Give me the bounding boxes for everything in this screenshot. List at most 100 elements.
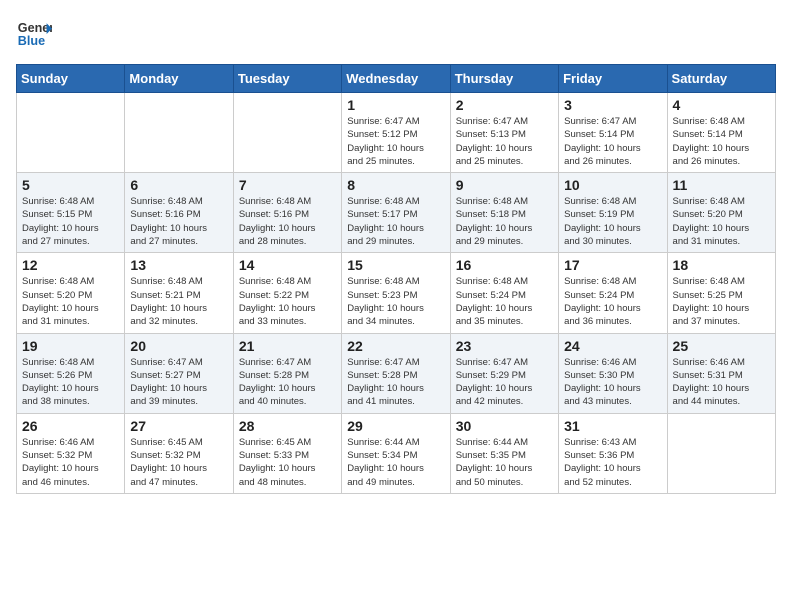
day-info: Sunrise: 6:44 AM Sunset: 5:34 PM Dayligh… <box>347 436 444 489</box>
day-number: 21 <box>239 338 336 354</box>
calendar-week-row: 5Sunrise: 6:48 AM Sunset: 5:15 PM Daylig… <box>17 173 776 253</box>
day-info: Sunrise: 6:46 AM Sunset: 5:32 PM Dayligh… <box>22 436 119 489</box>
calendar-cell: 17 Sunrise: 6:48 AM Sunset: 5:24 PM Dayli… <box>559 253 667 333</box>
calendar-cell: 5Sunrise: 6:48 AM Sunset: 5:15 PM Daylig… <box>17 173 125 253</box>
day-info: Sunrise: 6:48 AM Sunset: 5:26 PM Dayligh… <box>22 356 119 409</box>
logo: General Blue <box>16 16 52 52</box>
day-info: Sunrise: 6:48 AM Sunset: 5:24 PM Dayligh… <box>456 275 553 328</box>
day-number: 7 <box>239 177 336 193</box>
calendar-cell: 10 Sunrise: 6:48 AM Sunset: 5:19 PM Dayli… <box>559 173 667 253</box>
day-header-wednesday: Wednesday <box>342 65 450 93</box>
day-header-tuesday: Tuesday <box>233 65 341 93</box>
calendar-cell <box>17 93 125 173</box>
day-number: 31 <box>564 418 661 434</box>
calendar-cell: 24 Sunrise: 6:46 AM Sunset: 5:30 PM Dayli… <box>559 333 667 413</box>
day-number: 28 <box>239 418 336 434</box>
calendar-cell: 29 Sunrise: 6:44 AM Sunset: 5:34 PM Dayli… <box>342 413 450 493</box>
logo-icon: General Blue <box>16 16 52 52</box>
day-info: Sunrise: 6:45 AM Sunset: 5:32 PM Dayligh… <box>130 436 227 489</box>
calendar-cell: 30Sunrise: 6:44 AM Sunset: 5:35 PM Dayli… <box>450 413 558 493</box>
day-info: Sunrise: 6:48 AM Sunset: 5:16 PM Dayligh… <box>239 195 336 248</box>
calendar-cell: 13 Sunrise: 6:48 AM Sunset: 5:21 PM Dayli… <box>125 253 233 333</box>
calendar-cell: 11 Sunrise: 6:48 AM Sunset: 5:20 PM Dayli… <box>667 173 775 253</box>
calendar-cell: 26 Sunrise: 6:46 AM Sunset: 5:32 PM Dayli… <box>17 413 125 493</box>
day-header-sunday: Sunday <box>17 65 125 93</box>
calendar-week-row: 19 Sunrise: 6:48 AM Sunset: 5:26 PM Dayli… <box>17 333 776 413</box>
page-header: General Blue <box>16 16 776 52</box>
day-number: 9 <box>456 177 553 193</box>
calendar-week-row: 26 Sunrise: 6:46 AM Sunset: 5:32 PM Dayli… <box>17 413 776 493</box>
day-info: Sunrise: 6:44 AM Sunset: 5:35 PM Dayligh… <box>456 436 553 489</box>
calendar-cell <box>233 93 341 173</box>
calendar-cell: 7 Sunrise: 6:48 AM Sunset: 5:16 PM Daylig… <box>233 173 341 253</box>
day-number: 19 <box>22 338 119 354</box>
calendar-cell: 16 Sunrise: 6:48 AM Sunset: 5:24 PM Dayli… <box>450 253 558 333</box>
day-info: Sunrise: 6:48 AM Sunset: 5:21 PM Dayligh… <box>130 275 227 328</box>
day-number: 27 <box>130 418 227 434</box>
day-number: 22 <box>347 338 444 354</box>
calendar-cell: 9 Sunrise: 6:48 AM Sunset: 5:18 PM Daylig… <box>450 173 558 253</box>
calendar-cell: 2 Sunrise: 6:47 AM Sunset: 5:13 PM Daylig… <box>450 93 558 173</box>
day-info: Sunrise: 6:48 AM Sunset: 5:18 PM Dayligh… <box>456 195 553 248</box>
day-number: 6 <box>130 177 227 193</box>
calendar-cell: 20 Sunrise: 6:47 AM Sunset: 5:27 PM Dayli… <box>125 333 233 413</box>
day-number: 16 <box>456 257 553 273</box>
day-header-thursday: Thursday <box>450 65 558 93</box>
day-info: Sunrise: 6:47 AM Sunset: 5:14 PM Dayligh… <box>564 115 661 168</box>
calendar-cell: 12Sunrise: 6:48 AM Sunset: 5:20 PM Dayli… <box>17 253 125 333</box>
calendar-cell: 28 Sunrise: 6:45 AM Sunset: 5:33 PM Dayli… <box>233 413 341 493</box>
day-info: Sunrise: 6:48 AM Sunset: 5:16 PM Dayligh… <box>130 195 227 248</box>
day-info: Sunrise: 6:48 AM Sunset: 5:23 PM Dayligh… <box>347 275 444 328</box>
day-number: 29 <box>347 418 444 434</box>
calendar-cell: 27 Sunrise: 6:45 AM Sunset: 5:32 PM Dayli… <box>125 413 233 493</box>
day-number: 25 <box>673 338 770 354</box>
calendar-header-row: SundayMondayTuesdayWednesdayThursdayFrid… <box>17 65 776 93</box>
calendar-cell: 19 Sunrise: 6:48 AM Sunset: 5:26 PM Dayli… <box>17 333 125 413</box>
svg-text:Blue: Blue <box>18 34 45 48</box>
day-number: 10 <box>564 177 661 193</box>
day-header-monday: Monday <box>125 65 233 93</box>
calendar-cell: 25 Sunrise: 6:46 AM Sunset: 5:31 PM Dayli… <box>667 333 775 413</box>
day-header-saturday: Saturday <box>667 65 775 93</box>
day-info: Sunrise: 6:48 AM Sunset: 5:19 PM Dayligh… <box>564 195 661 248</box>
calendar-cell: 14Sunrise: 6:48 AM Sunset: 5:22 PM Dayli… <box>233 253 341 333</box>
day-number: 24 <box>564 338 661 354</box>
day-number: 17 <box>564 257 661 273</box>
day-number: 23 <box>456 338 553 354</box>
day-info: Sunrise: 6:47 AM Sunset: 5:12 PM Dayligh… <box>347 115 444 168</box>
day-number: 12 <box>22 257 119 273</box>
day-number: 1 <box>347 97 444 113</box>
day-number: 20 <box>130 338 227 354</box>
day-info: Sunrise: 6:45 AM Sunset: 5:33 PM Dayligh… <box>239 436 336 489</box>
day-number: 13 <box>130 257 227 273</box>
day-number: 2 <box>456 97 553 113</box>
day-info: Sunrise: 6:47 AM Sunset: 5:29 PM Dayligh… <box>456 356 553 409</box>
calendar-body: 1 Sunrise: 6:47 AM Sunset: 5:12 PM Daylig… <box>17 93 776 494</box>
day-number: 4 <box>673 97 770 113</box>
calendar-cell: 8Sunrise: 6:48 AM Sunset: 5:17 PM Daylig… <box>342 173 450 253</box>
calendar-cell: 31 Sunrise: 6:43 AM Sunset: 5:36 PM Dayli… <box>559 413 667 493</box>
day-info: Sunrise: 6:46 AM Sunset: 5:30 PM Dayligh… <box>564 356 661 409</box>
calendar-cell <box>125 93 233 173</box>
day-header-friday: Friday <box>559 65 667 93</box>
day-info: Sunrise: 6:43 AM Sunset: 5:36 PM Dayligh… <box>564 436 661 489</box>
day-info: Sunrise: 6:48 AM Sunset: 5:25 PM Dayligh… <box>673 275 770 328</box>
calendar-cell: 1 Sunrise: 6:47 AM Sunset: 5:12 PM Daylig… <box>342 93 450 173</box>
day-number: 11 <box>673 177 770 193</box>
day-number: 3 <box>564 97 661 113</box>
calendar-cell: 6 Sunrise: 6:48 AM Sunset: 5:16 PM Daylig… <box>125 173 233 253</box>
day-info: Sunrise: 6:47 AM Sunset: 5:27 PM Dayligh… <box>130 356 227 409</box>
calendar-cell <box>667 413 775 493</box>
day-info: Sunrise: 6:48 AM Sunset: 5:14 PM Dayligh… <box>673 115 770 168</box>
calendar-cell: 22Sunrise: 6:47 AM Sunset: 5:28 PM Dayli… <box>342 333 450 413</box>
calendar-week-row: 12Sunrise: 6:48 AM Sunset: 5:20 PM Dayli… <box>17 253 776 333</box>
day-number: 26 <box>22 418 119 434</box>
day-info: Sunrise: 6:46 AM Sunset: 5:31 PM Dayligh… <box>673 356 770 409</box>
day-info: Sunrise: 6:48 AM Sunset: 5:15 PM Dayligh… <box>22 195 119 248</box>
day-number: 8 <box>347 177 444 193</box>
day-info: Sunrise: 6:47 AM Sunset: 5:13 PM Dayligh… <box>456 115 553 168</box>
calendar-cell: 23 Sunrise: 6:47 AM Sunset: 5:29 PM Dayli… <box>450 333 558 413</box>
day-info: Sunrise: 6:48 AM Sunset: 5:24 PM Dayligh… <box>564 275 661 328</box>
calendar-cell: 3 Sunrise: 6:47 AM Sunset: 5:14 PM Daylig… <box>559 93 667 173</box>
day-info: Sunrise: 6:48 AM Sunset: 5:20 PM Dayligh… <box>673 195 770 248</box>
